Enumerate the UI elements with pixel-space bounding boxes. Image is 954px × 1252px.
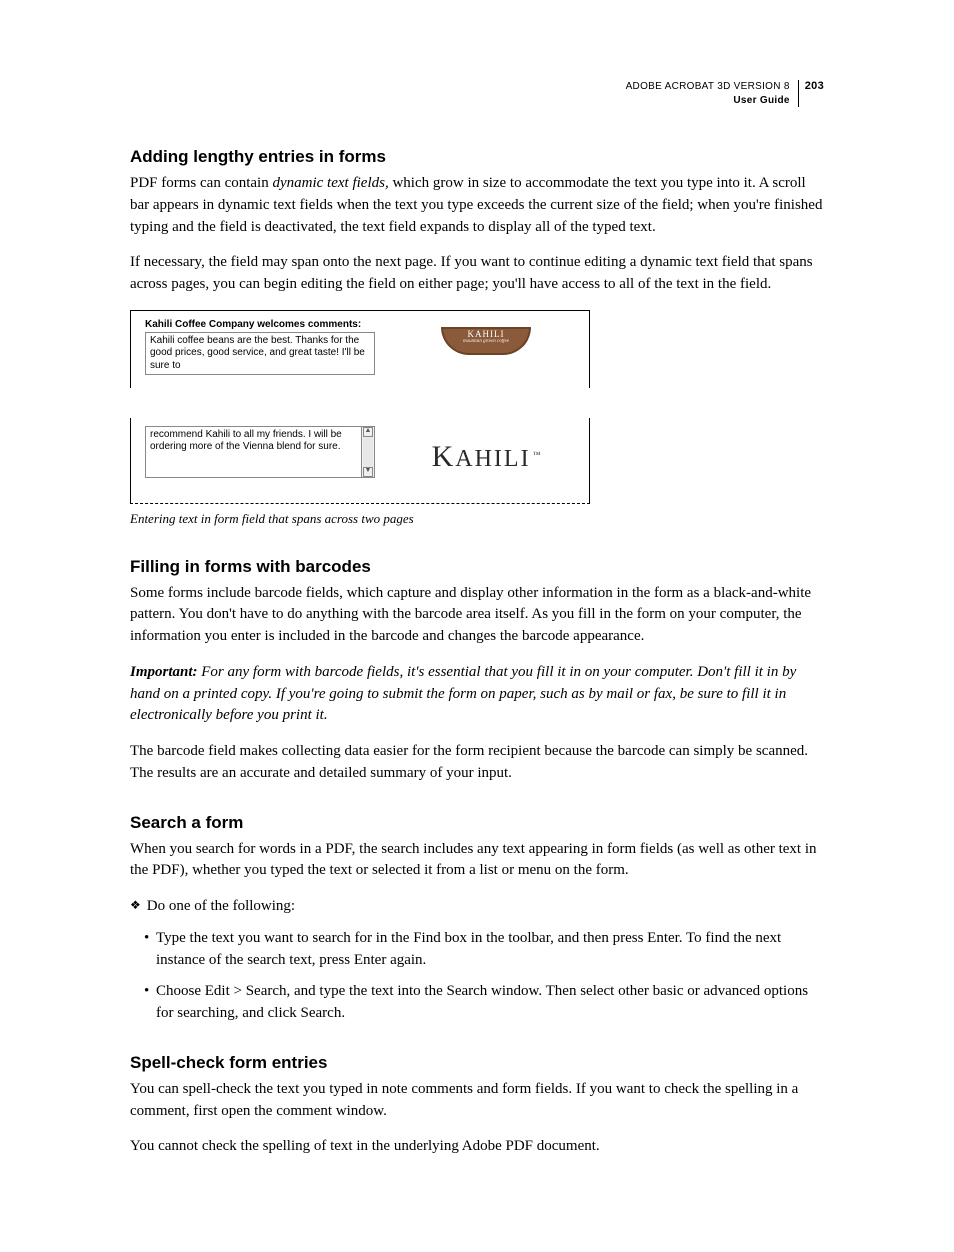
scroll-up-icon: ▲ xyxy=(363,427,373,437)
running-header-text: ADOBE ACROBAT 3D VERSION 8 User Guide xyxy=(626,80,799,107)
form-block-bottom: recommend Kahili to all my friends. I wi… xyxy=(145,426,375,489)
kahili-wordmark-logo: KAHILI™ xyxy=(432,440,541,474)
heading-spellcheck: Spell-check form entries xyxy=(130,1053,824,1073)
text-field-bottom: recommend Kahili to all my friends. I wi… xyxy=(145,426,375,478)
doc-subtitle: User Guide xyxy=(626,94,790,108)
em-text: dynamic text fields, xyxy=(272,175,388,191)
paragraph: You can spell-check the text you typed i… xyxy=(130,1079,824,1123)
text: PDF forms can contain xyxy=(130,175,272,191)
important-label: Important: xyxy=(130,664,198,680)
figure-panel-top: Kahili Coffee Company welcomes comments:… xyxy=(130,310,590,388)
page: ADOBE ACROBAT 3D VERSION 8 User Guide 20… xyxy=(0,0,954,1252)
logo-rest: AHILI xyxy=(455,446,530,472)
heading-barcodes: Filling in forms with barcodes xyxy=(130,557,824,577)
scroll-track xyxy=(363,437,373,467)
logo-text: KAHILI xyxy=(468,329,505,339)
text-field-value: recommend Kahili to all my friends. I wi… xyxy=(150,429,342,453)
heading-search: Search a form xyxy=(130,813,824,833)
text-field-top: Kahili coffee beans are the best. Thanks… xyxy=(145,332,375,376)
form-label: Kahili Coffee Company welcomes comments: xyxy=(145,319,375,330)
kahili-crest-logo: KAHILI mountain grown coffee xyxy=(441,327,531,355)
paragraph: Some forms include barcode fields, which… xyxy=(130,583,824,648)
text-field-value: Kahili coffee beans are the best. Thanks… xyxy=(150,335,365,371)
paragraph: The barcode field makes collecting data … xyxy=(130,741,824,785)
paragraph: You cannot check the spelling of text in… xyxy=(130,1136,824,1158)
lead-text: Do one of the following: xyxy=(147,898,295,914)
figure-panel-bottom: recommend Kahili to all my friends. I wi… xyxy=(130,418,590,504)
figure-span-pages: Kahili Coffee Company welcomes comments:… xyxy=(130,310,590,504)
paragraph: When you search for words in a PDF, the … xyxy=(130,839,824,883)
important-text: For any form with barcode fields, it's e… xyxy=(130,664,796,724)
running-header: ADOBE ACROBAT 3D VERSION 8 User Guide 20… xyxy=(130,80,824,107)
bullet-list: Type the text you want to search for in … xyxy=(130,928,824,1025)
scroll-down-icon: ▼ xyxy=(363,467,373,477)
logo-initial: K xyxy=(432,440,456,473)
page-number: 203 xyxy=(799,80,824,92)
trademark-symbol: ™ xyxy=(533,450,541,459)
logo-subtext: mountain grown coffee xyxy=(463,339,509,344)
figure-caption: Entering text in form field that spans a… xyxy=(130,510,824,529)
paragraph: If necessary, the field may span onto th… xyxy=(130,252,824,296)
doc-title: ADOBE ACROBAT 3D VERSION 8 xyxy=(626,80,790,94)
logo-wrap-bottom: KAHILI™ xyxy=(397,426,575,489)
important-note: Important: For any form with barcode fie… xyxy=(130,662,824,727)
form-block-top: Kahili Coffee Company welcomes comments:… xyxy=(145,319,375,374)
figure-gap xyxy=(130,388,590,418)
list-item: Choose Edit > Search, and type the text … xyxy=(144,981,824,1025)
logo-wrap-top: KAHILI mountain grown coffee xyxy=(397,319,575,374)
lead-in: Do one of the following: xyxy=(130,896,824,918)
paragraph: PDF forms can contain dynamic text field… xyxy=(130,173,824,238)
scrollbar: ▲ ▼ xyxy=(361,427,374,477)
list-item: Type the text you want to search for in … xyxy=(144,928,824,972)
heading-lengthy-entries: Adding lengthy entries in forms xyxy=(130,147,824,167)
